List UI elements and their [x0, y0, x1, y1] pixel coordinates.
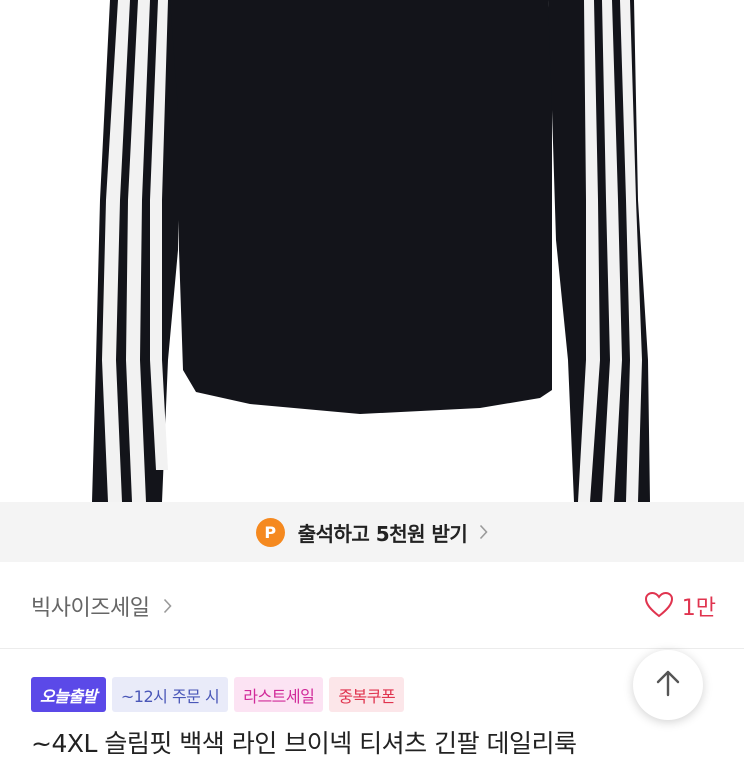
attendance-banner[interactable]: P 출석하고 5천원 받기	[0, 502, 744, 562]
badge-today-shipping: 오늘출발	[31, 677, 106, 712]
product-title: ~4XL 슬림핏 백색 라인 브이넥 티셔츠 긴팔 데일리룩	[31, 729, 577, 758]
like-button[interactable]: 1만	[644, 590, 716, 622]
heart-outline-icon	[644, 591, 674, 622]
chevron-right-icon	[163, 598, 173, 614]
arrow-up-icon	[655, 669, 681, 701]
badge-row: 오늘출발 ~12시 주문 시 라스트세일 중복쿠폰	[31, 677, 410, 712]
badge-double-coupon: 중복쿠폰	[329, 677, 405, 712]
badge-last-sale: 라스트세일	[234, 677, 324, 712]
category-label: 빅사이즈세일	[31, 596, 150, 621]
badge-order-deadline: ~12시 주문 시	[111, 677, 229, 712]
scroll-top-button[interactable]	[633, 650, 703, 720]
point-icon: P	[255, 517, 285, 547]
category-link[interactable]: 빅사이즈세일	[31, 590, 173, 622]
banner-text: 출석하고 5천원 받기	[297, 521, 468, 546]
chevron-right-icon	[479, 524, 488, 540]
like-count: 1만	[681, 596, 716, 621]
product-photo	[0, 0, 744, 502]
category-row: 빅사이즈세일 1만	[0, 562, 744, 649]
product-image	[0, 0, 744, 502]
